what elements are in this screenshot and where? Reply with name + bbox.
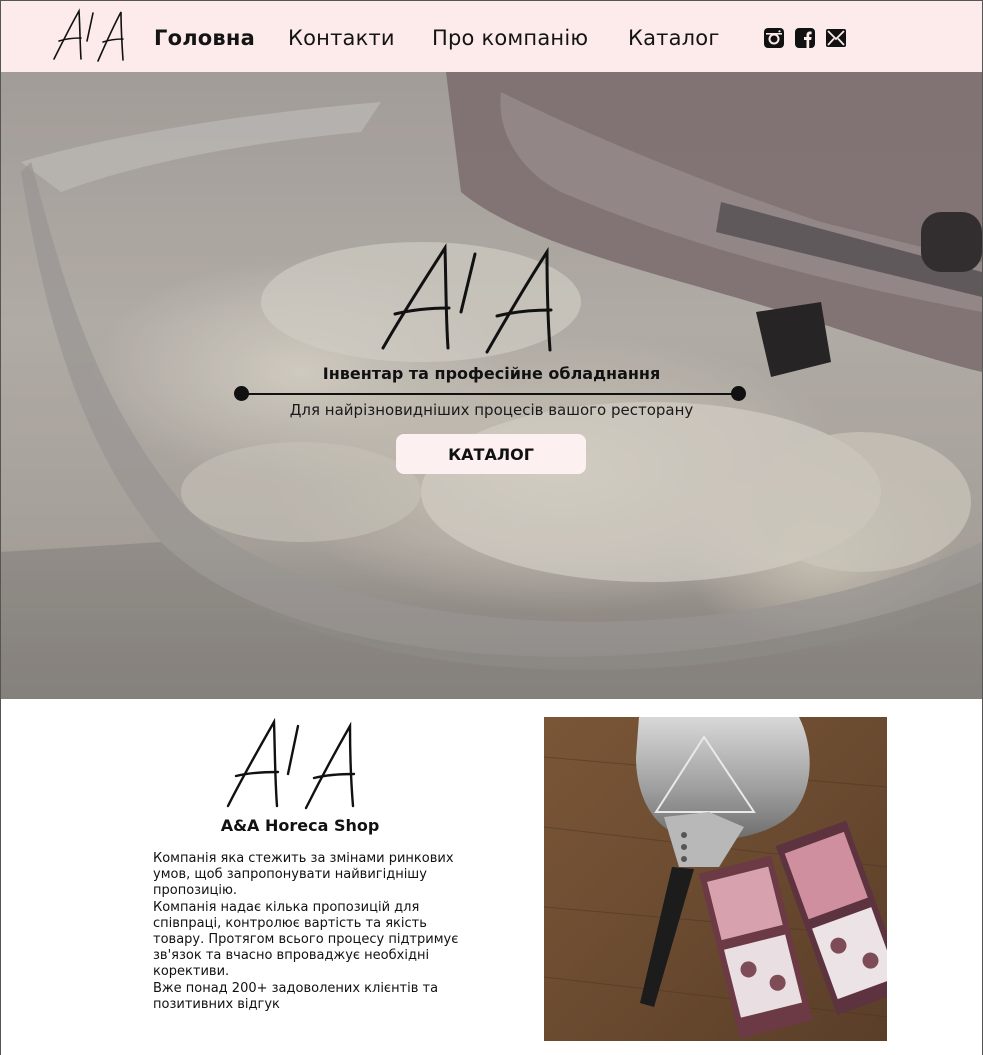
about-description: Компанія яка стежить за змінами ринкових…	[153, 851, 473, 1013]
hero-divider	[241, 393, 739, 395]
mail-icon[interactable]	[825, 27, 847, 49]
nav-link-contacts[interactable]: Контакти	[288, 26, 395, 50]
hero-subtitle: Для найрізновидніших процесів вашого рес…	[289, 401, 694, 419]
product-photo	[544, 717, 887, 1041]
hero-title: Інвентар та професійне обладнання	[322, 364, 661, 383]
nav-link-home[interactable]: Головна	[154, 26, 255, 50]
about-paragraph: Компанія надає кілька пропозицій для спі…	[153, 899, 459, 980]
about-paragraph: Компанія яка стежить за змінами ринкових…	[153, 851, 454, 899]
about-title: A&A Horeca Shop	[220, 816, 380, 835]
nav-link-catalog[interactable]: Каталог	[628, 26, 720, 50]
pizza-peel-image	[544, 717, 887, 1041]
top-navigation: Головна Контакти Про компанію Каталог	[1, 0, 982, 72]
hero-background-mixer-image	[1, 72, 982, 699]
nav-link-about[interactable]: Про компанію	[432, 26, 588, 50]
hero-banner: Інвентар та професійне обладнання Для на…	[1, 72, 982, 699]
instagram-icon[interactable]	[763, 27, 785, 49]
facebook-icon[interactable]	[794, 27, 816, 49]
about-logo	[226, 718, 356, 810]
about-paragraph: Вже понад 200+ задоволених клієнтів та п…	[153, 980, 439, 1012]
catalog-button[interactable]: КАТАЛОГ	[396, 434, 586, 474]
hero-logo	[381, 243, 553, 354]
divider-right-dot	[731, 386, 746, 401]
brand-logo[interactable]	[49, 7, 127, 65]
